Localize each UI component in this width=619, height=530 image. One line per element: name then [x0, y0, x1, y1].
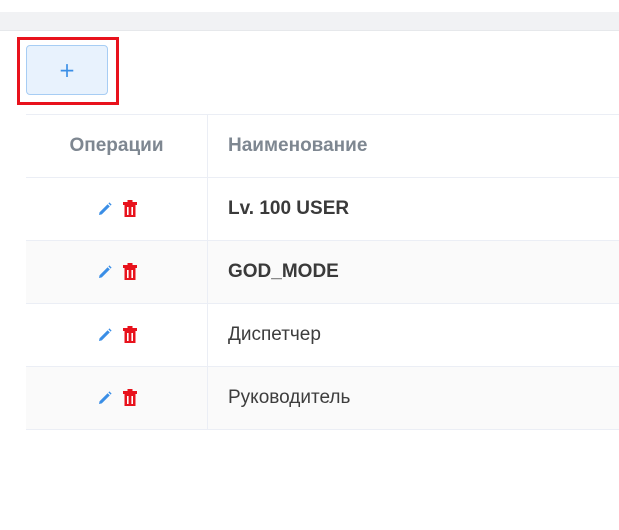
roles-table: Операции Наименование Lv. 100 USER GOD_M…: [26, 114, 619, 430]
role-name: Руководитель: [228, 387, 351, 408]
role-name: Lv. 100 USER: [228, 198, 350, 219]
role-name: GOD_MODE: [228, 261, 339, 282]
top-bar-band: [0, 12, 619, 31]
trash-icon[interactable]: [122, 389, 137, 407]
pencil-icon[interactable]: [97, 201, 113, 217]
pencil-icon[interactable]: [97, 390, 113, 406]
plus-icon: +: [58, 58, 76, 82]
role-name: Диспетчер: [228, 324, 321, 345]
trash-icon[interactable]: [122, 263, 137, 281]
column-header-name: Наименование: [228, 135, 368, 156]
table-row[interactable]: GOD_MODE: [26, 241, 619, 304]
table-row[interactable]: Руководитель: [26, 367, 619, 430]
page: + Операции Наименование Lv. 100 USER GOD…: [0, 0, 619, 530]
operations-cell: [26, 178, 208, 240]
trash-icon[interactable]: [122, 326, 137, 344]
top-bar: [0, 0, 619, 31]
table-row[interactable]: Диспетчер: [26, 304, 619, 367]
trash-icon[interactable]: [122, 200, 137, 218]
operations-cell: [26, 241, 208, 303]
table-header-row: Операции Наименование: [26, 115, 619, 178]
table-row[interactable]: Lv. 100 USER: [26, 178, 619, 241]
add-button[interactable]: +: [26, 45, 108, 95]
pencil-icon[interactable]: [97, 327, 113, 343]
operations-cell: [26, 367, 208, 429]
operations-cell: [26, 304, 208, 366]
pencil-icon[interactable]: [97, 264, 113, 280]
column-header-operations: Операции: [26, 115, 208, 177]
